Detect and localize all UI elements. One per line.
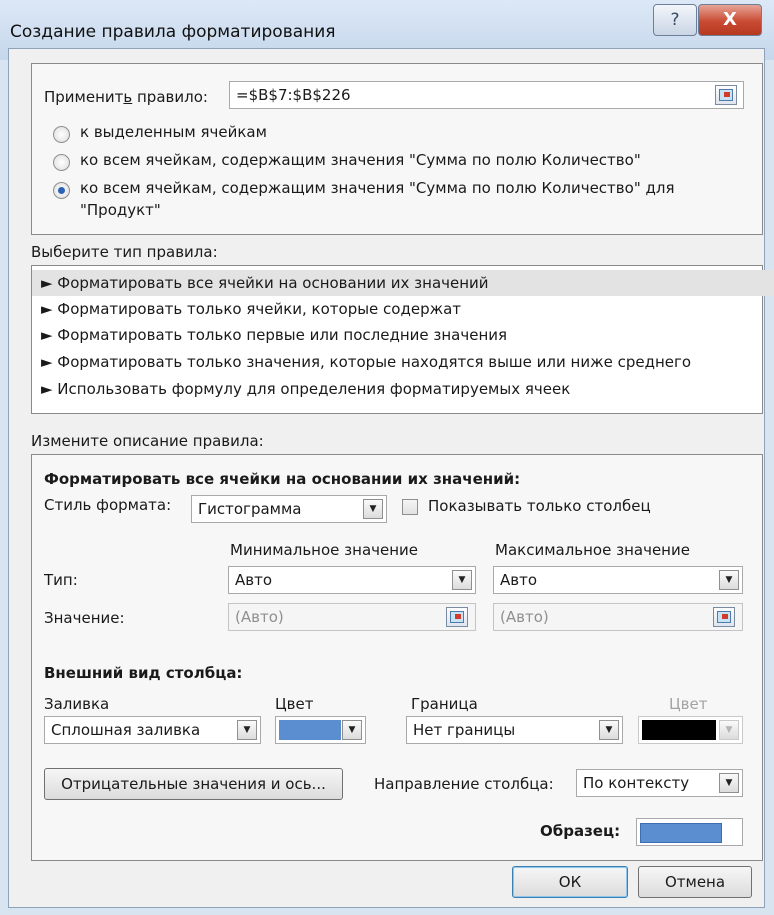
radio-selected-cells-label: к выделенным ячейкам [80,123,267,141]
rule-type-item[interactable]: ► Форматировать только значения, которые… [32,349,774,375]
type-label: Тип: [44,571,78,589]
section-title: Форматировать все ячейки на основании их… [44,470,521,488]
cancel-button[interactable]: Отмена [638,866,752,898]
chevron-down-icon[interactable]: ▼ [363,499,383,519]
rule-type-item[interactable]: ► Форматировать только ячейки, которые с… [32,296,774,322]
chevron-down-icon: ▼ [719,720,739,740]
radio-all-cells-values-label: ко всем ячейкам, содержащим значения "Су… [80,151,641,169]
chevron-down-icon[interactable]: ▼ [342,720,362,740]
radio-all-cells-values-product-label-line2: "Продукт" [80,201,161,219]
border-color-picker: ▼ [638,716,743,744]
value-label: Значение: [44,609,125,627]
fill-color-label: Цвет [275,695,314,713]
chevron-down-icon[interactable]: ▼ [452,570,472,590]
chevron-down-icon[interactable]: ▼ [237,720,257,740]
chevron-down-icon[interactable]: ▼ [719,570,739,590]
chevron-down-icon[interactable]: ▼ [599,720,619,740]
fill-type-select[interactable]: Сплошная заливка ▼ [44,716,261,744]
range-selector-icon[interactable] [713,607,735,627]
preview-label: Образец: [540,822,621,840]
min-value-input[interactable]: (Авто) [228,603,476,631]
apply-range-input[interactable]: =$B$7:$B$226 [229,81,744,109]
format-style-label: Стиль формата: [44,496,172,514]
ok-button[interactable]: ОК [512,866,628,898]
fill-color-picker[interactable]: ▼ [275,716,366,744]
format-style-select[interactable]: Гистограмма ▼ [191,495,387,523]
max-value-input[interactable]: (Авто) [493,603,743,631]
radio-selected-cells[interactable] [53,126,70,143]
rule-type-item[interactable]: ► Форматировать только первые или послед… [32,322,774,348]
max-type-select[interactable]: Авто ▼ [493,566,743,594]
preview-bar [640,823,722,843]
close-button[interactable]: X [698,4,762,36]
fill-color-swatch [279,720,341,740]
max-value-header: Максимальное значение [495,541,690,559]
apply-rule-label: Применить правило: [44,88,208,106]
radio-all-cells-values-product[interactable] [53,182,70,199]
border-color-label: Цвет [669,695,708,713]
rule-type-list[interactable]: ► Форматировать все ячейки на основании … [31,265,774,414]
appearance-title: Внешний вид столбца: [44,664,243,682]
bar-direction-label: Направление столбца: [374,775,554,793]
preview-box [636,818,743,846]
help-button[interactable]: ? [653,4,697,36]
min-value-header: Минимальное значение [230,541,419,559]
border-color-swatch [642,720,716,740]
chevron-down-icon[interactable]: ▼ [719,773,739,793]
min-type-select[interactable]: Авто ▼ [228,566,476,594]
range-selector-icon[interactable] [446,607,468,627]
bar-direction-select[interactable]: По контексту ▼ [576,769,743,797]
radio-all-cells-values[interactable] [53,154,70,171]
border-label: Граница [411,695,478,713]
rule-type-item[interactable]: ► Форматировать все ячейки на основании … [32,270,774,296]
radio-all-cells-values-product-label-line1: ко всем ячейкам, содержащим значения "Су… [80,179,675,197]
negative-values-axis-button[interactable]: Отрицательные значения и ось... [44,768,343,800]
edit-rule-heading: Измените описание правила: [31,432,264,450]
range-selector-icon[interactable] [715,85,737,105]
fill-label: Заливка [44,695,110,713]
rule-type-item[interactable]: ► Использовать формулу для определения ф… [32,376,774,402]
dialog-title: Создание правила форматирования [10,22,336,42]
show-bar-only-checkbox[interactable] [402,499,418,515]
show-bar-only-label: Показывать только столбец [428,497,651,515]
rule-type-heading: Выберите тип правила: [31,243,218,261]
border-type-select[interactable]: Нет границы ▼ [406,716,623,744]
